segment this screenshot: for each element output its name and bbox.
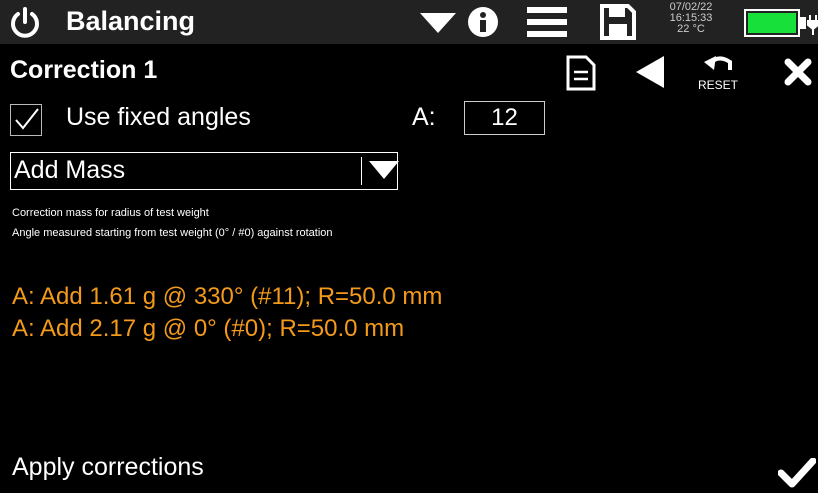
reset-label: RESET	[698, 78, 739, 92]
checkmark-icon	[15, 108, 39, 130]
info-icon[interactable]	[467, 6, 499, 38]
a-value-input[interactable]: 12	[464, 101, 545, 135]
save-icon[interactable]	[600, 4, 636, 40]
datetime-display: 07/02/22 16:15:33 22 °C	[666, 2, 716, 35]
fixed-angles-label[interactable]: Use fixed angles	[66, 103, 251, 132]
note-line-1: Correction mass for radius of test weigh…	[12, 207, 209, 219]
a-label: A:	[412, 103, 436, 131]
result-line-1: A: Add 1.61 g @ 330° (#11); R=50.0 mm	[12, 283, 443, 310]
power-icon[interactable]	[8, 6, 42, 40]
back-icon[interactable]	[636, 56, 664, 88]
menu-icon[interactable]	[527, 7, 567, 37]
note-line-2: Angle measured starting from test weight…	[12, 227, 333, 239]
reset-icon	[704, 56, 732, 70]
battery-icon	[744, 9, 818, 37]
chevron-down-icon	[369, 161, 399, 179]
select-divider	[361, 157, 362, 185]
mode-select-value: Add Mass	[14, 156, 126, 184]
mode-select[interactable]: Add Mass	[10, 152, 399, 190]
temperature-text: 22 °C	[677, 23, 705, 35]
top-bar: Balancing 07/02/22 16:15:33 22 °C	[0, 0, 818, 44]
page-title: Correction 1	[10, 56, 158, 84]
result-line-2: A: Add 2.17 g @ 0° (#0); R=50.0 mm	[12, 315, 405, 342]
document-icon[interactable]	[566, 55, 596, 91]
dropdown-icon[interactable]	[420, 13, 456, 33]
fixed-angles-checkbox[interactable]	[10, 104, 42, 136]
app-title: Balancing	[66, 6, 196, 36]
close-icon[interactable]	[784, 58, 812, 86]
checkmark-icon[interactable]	[778, 458, 816, 488]
apply-corrections-label[interactable]: Apply corrections	[12, 453, 204, 482]
